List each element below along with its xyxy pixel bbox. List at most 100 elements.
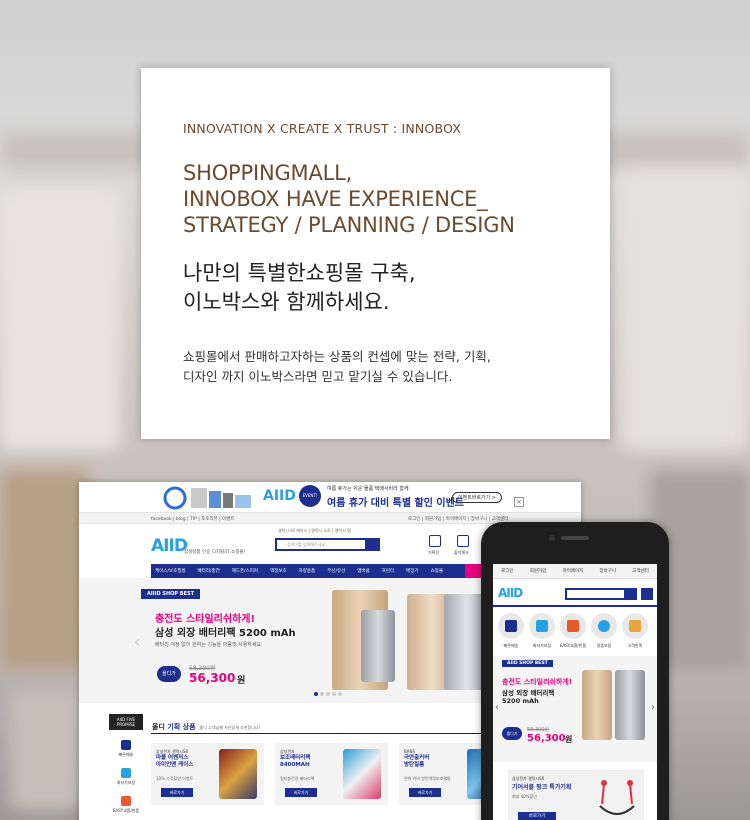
thumbs-up-icon[interactable] [622, 613, 648, 639]
rec-subtitle: 올디 고객님께 자신있게 추천합니다! [199, 725, 261, 730]
nav-item[interactable]: 차량용품 [299, 568, 316, 574]
phone-logo[interactable]: AIID [498, 586, 523, 600]
social-links[interactable]: facebook | blog | TIP | 포토리뷰 | 이벤트 [151, 516, 235, 522]
hero-title-2: 삼성 외장 배터리팩 5200 mAh [155, 628, 296, 639]
nav-item[interactable]: 헤드폰/스피커 [232, 568, 258, 574]
headline-line: STRATEGY / PLANNING / DESIGN [183, 213, 515, 237]
phone-link-support[interactable]: 고객센터 [632, 568, 649, 574]
phone-search-input[interactable] [565, 588, 637, 600]
hamburger-menu-icon[interactable] [641, 588, 653, 600]
sale-price: 56,300 [527, 733, 566, 744]
side-promise-bar: AIID FIVE PROMISE 빠른배송 최저가보장 EASY교환/반품 [109, 714, 143, 814]
headline-line: INNOBOX HAVE EXPERIENCE_ [183, 187, 488, 211]
search-icon[interactable] [624, 589, 636, 599]
lowest-price-icon[interactable] [529, 613, 555, 639]
phone-link-login[interactable]: 로그인 [501, 568, 513, 574]
phone-mockup: 로그인 회원가입 마이페이지 장바구니 고객센터 AIID 빠른배송 최저가보장… [481, 522, 669, 820]
header-divider [493, 605, 657, 607]
event-icon[interactable] [429, 535, 441, 547]
nav-item[interactable]: 멤버쉽 [357, 568, 369, 574]
prev-arrow-icon[interactable]: ‹ [495, 702, 499, 713]
event-link-button[interactable]: 이벤트바로가기 > [452, 492, 502, 503]
phone-hero-banner[interactable]: AIID SHOP BEST ‹ › 충전도 스타일리쉬하게! 삼성 외장 배터… [493, 656, 657, 762]
nav-item[interactable]: 쇼핑몰 [431, 568, 443, 574]
icon-label: 정품보장 [596, 643, 612, 648]
card-go-button[interactable]: 바로가기 [518, 812, 556, 820]
phone-link-join[interactable]: 회원가입 [530, 568, 547, 574]
product-go-button[interactable]: 바로가기 [409, 788, 441, 797]
next-arrow-icon[interactable]: › [651, 702, 655, 713]
battery-gold-image [582, 670, 612, 740]
account-links[interactable]: 로그인 | 회원가입 | 마이페이지 | 장바구니 | 고객센터 [408, 516, 508, 522]
product-card[interactable]: 삼성전자 갤럭시S6 마블 어벤저스 아이언맨 케이스 10% 가격할인 이벤트 … [151, 743, 264, 805]
site-logo[interactable]: AIID [151, 536, 188, 556]
side-item-label: 빠른배송 [118, 752, 134, 757]
nav-item[interactable]: 프린터 [382, 568, 394, 574]
side-item-fast-delivery[interactable]: 빠른배송 [109, 740, 143, 758]
nav-item[interactable]: 액정보호 [270, 568, 287, 574]
nav-item[interactable]: 매장기 [406, 568, 418, 574]
logo-main: AII [263, 488, 285, 504]
promo-small-text: 여름 휴가는 쉬운 물품 택배서비라 함께 [327, 486, 409, 492]
battery-pack-image [343, 749, 381, 799]
side-item-easy-return[interactable]: EASY교환/반품 [109, 796, 143, 814]
hero-title-2: 삼성 외장 배터리팩 [502, 689, 555, 697]
icon-label: 빠른배송 [503, 643, 519, 648]
logo-accent: D [513, 586, 523, 600]
fast-delivery-icon[interactable] [498, 613, 524, 639]
slider-dots[interactable] [314, 692, 342, 696]
phone-screen: 로그인 회원가입 마이페이지 장바구니 고객센터 AIID 빠른배송 최저가보장… [493, 564, 657, 820]
prev-arrow-icon[interactable]: ‹ [134, 632, 140, 651]
product-desc: 10% 가격할인 이벤트 [156, 776, 194, 781]
product-brand: BANS [404, 749, 416, 754]
nav-menu-icon[interactable] [465, 564, 481, 578]
description-line: 쇼핑몰에서 판매하고자하는 상품의 컨셉에 맞는 전략, 기획, [183, 349, 491, 364]
product-go-button[interactable]: 바로가기 [285, 788, 317, 797]
title-line: 이노박스와 함께하세요. [183, 290, 390, 314]
search-icon[interactable] [365, 539, 379, 550]
side-item-lowest-price[interactable]: 최저가보장 [109, 768, 143, 786]
product-card[interactable]: 삼성전자 보조배터리팩 8400MAH 멀티충전용 배터리팩 바로가기 [275, 743, 388, 805]
search-placeholder: 검색어를 입력해주세요 [287, 542, 326, 547]
product-name-line: 8400MAH [280, 762, 310, 768]
genuine-guarantee-icon[interactable] [591, 613, 617, 639]
side-item-label: 최저가보장 [116, 780, 136, 785]
return-icon [121, 796, 131, 806]
case-image [219, 749, 257, 799]
attendance-icon-label: 출석체크 [454, 550, 469, 555]
banner-logo: AIID [263, 488, 296, 504]
logo-main: AII [151, 536, 175, 556]
header-keyword-links[interactable]: 갤럭시 s6 케이스 | 갤럭시 노트 | 갤럭시 탭 [278, 528, 351, 534]
phone-product-card[interactable]: 삼성전자 갤럭시S6 기어서클 핑크 특가기획 최대 40%할인 바로가기 [508, 770, 644, 820]
product-name-line: 방탄필름 [404, 762, 425, 768]
top-event-banner[interactable]: AIID EVENT! 여름 휴가는 쉬운 물품 택배서비라 함께 여름 휴가 … [79, 482, 581, 513]
product-name-line: 극연출커버 [404, 755, 430, 761]
search-input[interactable]: 검색어를 입력해주세요 [275, 538, 380, 551]
easy-return-icon[interactable] [560, 613, 586, 639]
attendance-icon[interactable] [457, 535, 469, 547]
old-price: 58,300원 [527, 727, 550, 733]
icon-label: EASY교환/반품 [559, 643, 587, 648]
logo-accent: D [284, 488, 296, 504]
battery-silver-image [615, 670, 645, 740]
product-name: 극연출커버 방탄필름 [404, 755, 429, 769]
product-go-button[interactable]: 바로가기 [161, 788, 193, 797]
promise-box: AIID FIVE PROMISE [109, 714, 143, 730]
product-name-line: 아이언맨 케이스 [156, 762, 194, 768]
nav-item[interactable]: 무선/유선 [327, 568, 345, 574]
close-icon[interactable]: × [514, 497, 524, 507]
currency-unit: 원 [237, 676, 246, 686]
nav-item[interactable]: 배터리/충전 [198, 568, 220, 574]
card-title: 기어서클 핑크 특가기획 [512, 784, 572, 791]
price-pill: 올디가 [157, 666, 181, 682]
phone-link-cart[interactable]: 장바구니 [600, 568, 617, 574]
nav-item[interactable]: 케이스/보호필름 [155, 568, 186, 574]
currency-unit: 원 [565, 735, 573, 744]
category-nav: 케이스/보호필름 배터리/충전 헤드폰/스피커 액정보호 차량용품 무선/유선 … [151, 564, 481, 578]
rec-title-prefix: 올디 [152, 723, 168, 731]
phone-link-mypage[interactable]: 마이페이지 [563, 568, 584, 574]
warning-icon [121, 768, 131, 778]
site-tagline: 삼성정품 인증 디지털/IT 쇼핑몰! [184, 550, 246, 555]
price-pill: 올디가 [502, 727, 522, 740]
icon-label: 최저가보장 [532, 643, 552, 648]
